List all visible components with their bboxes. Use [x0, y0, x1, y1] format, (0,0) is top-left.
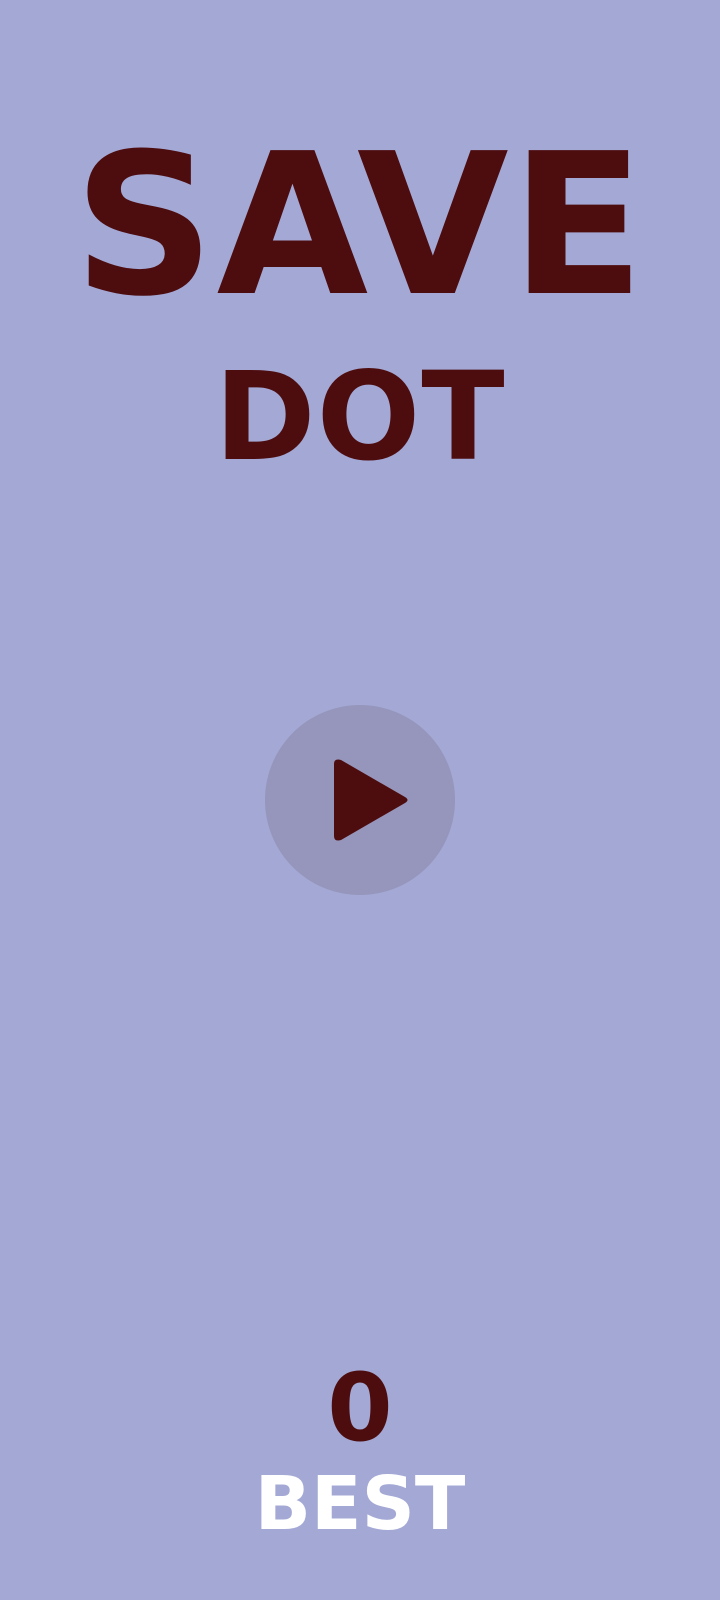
game-menu-screen: SAVE DOT 0 BEST: [0, 0, 720, 1600]
best-score-value: 0: [327, 1354, 393, 1463]
play-button[interactable]: [265, 705, 455, 895]
game-title-line2: DOT: [214, 346, 506, 488]
game-title-line1: SAVE: [73, 112, 647, 340]
best-score-label: BEST: [254, 1461, 466, 1547]
play-icon: [334, 759, 408, 841]
